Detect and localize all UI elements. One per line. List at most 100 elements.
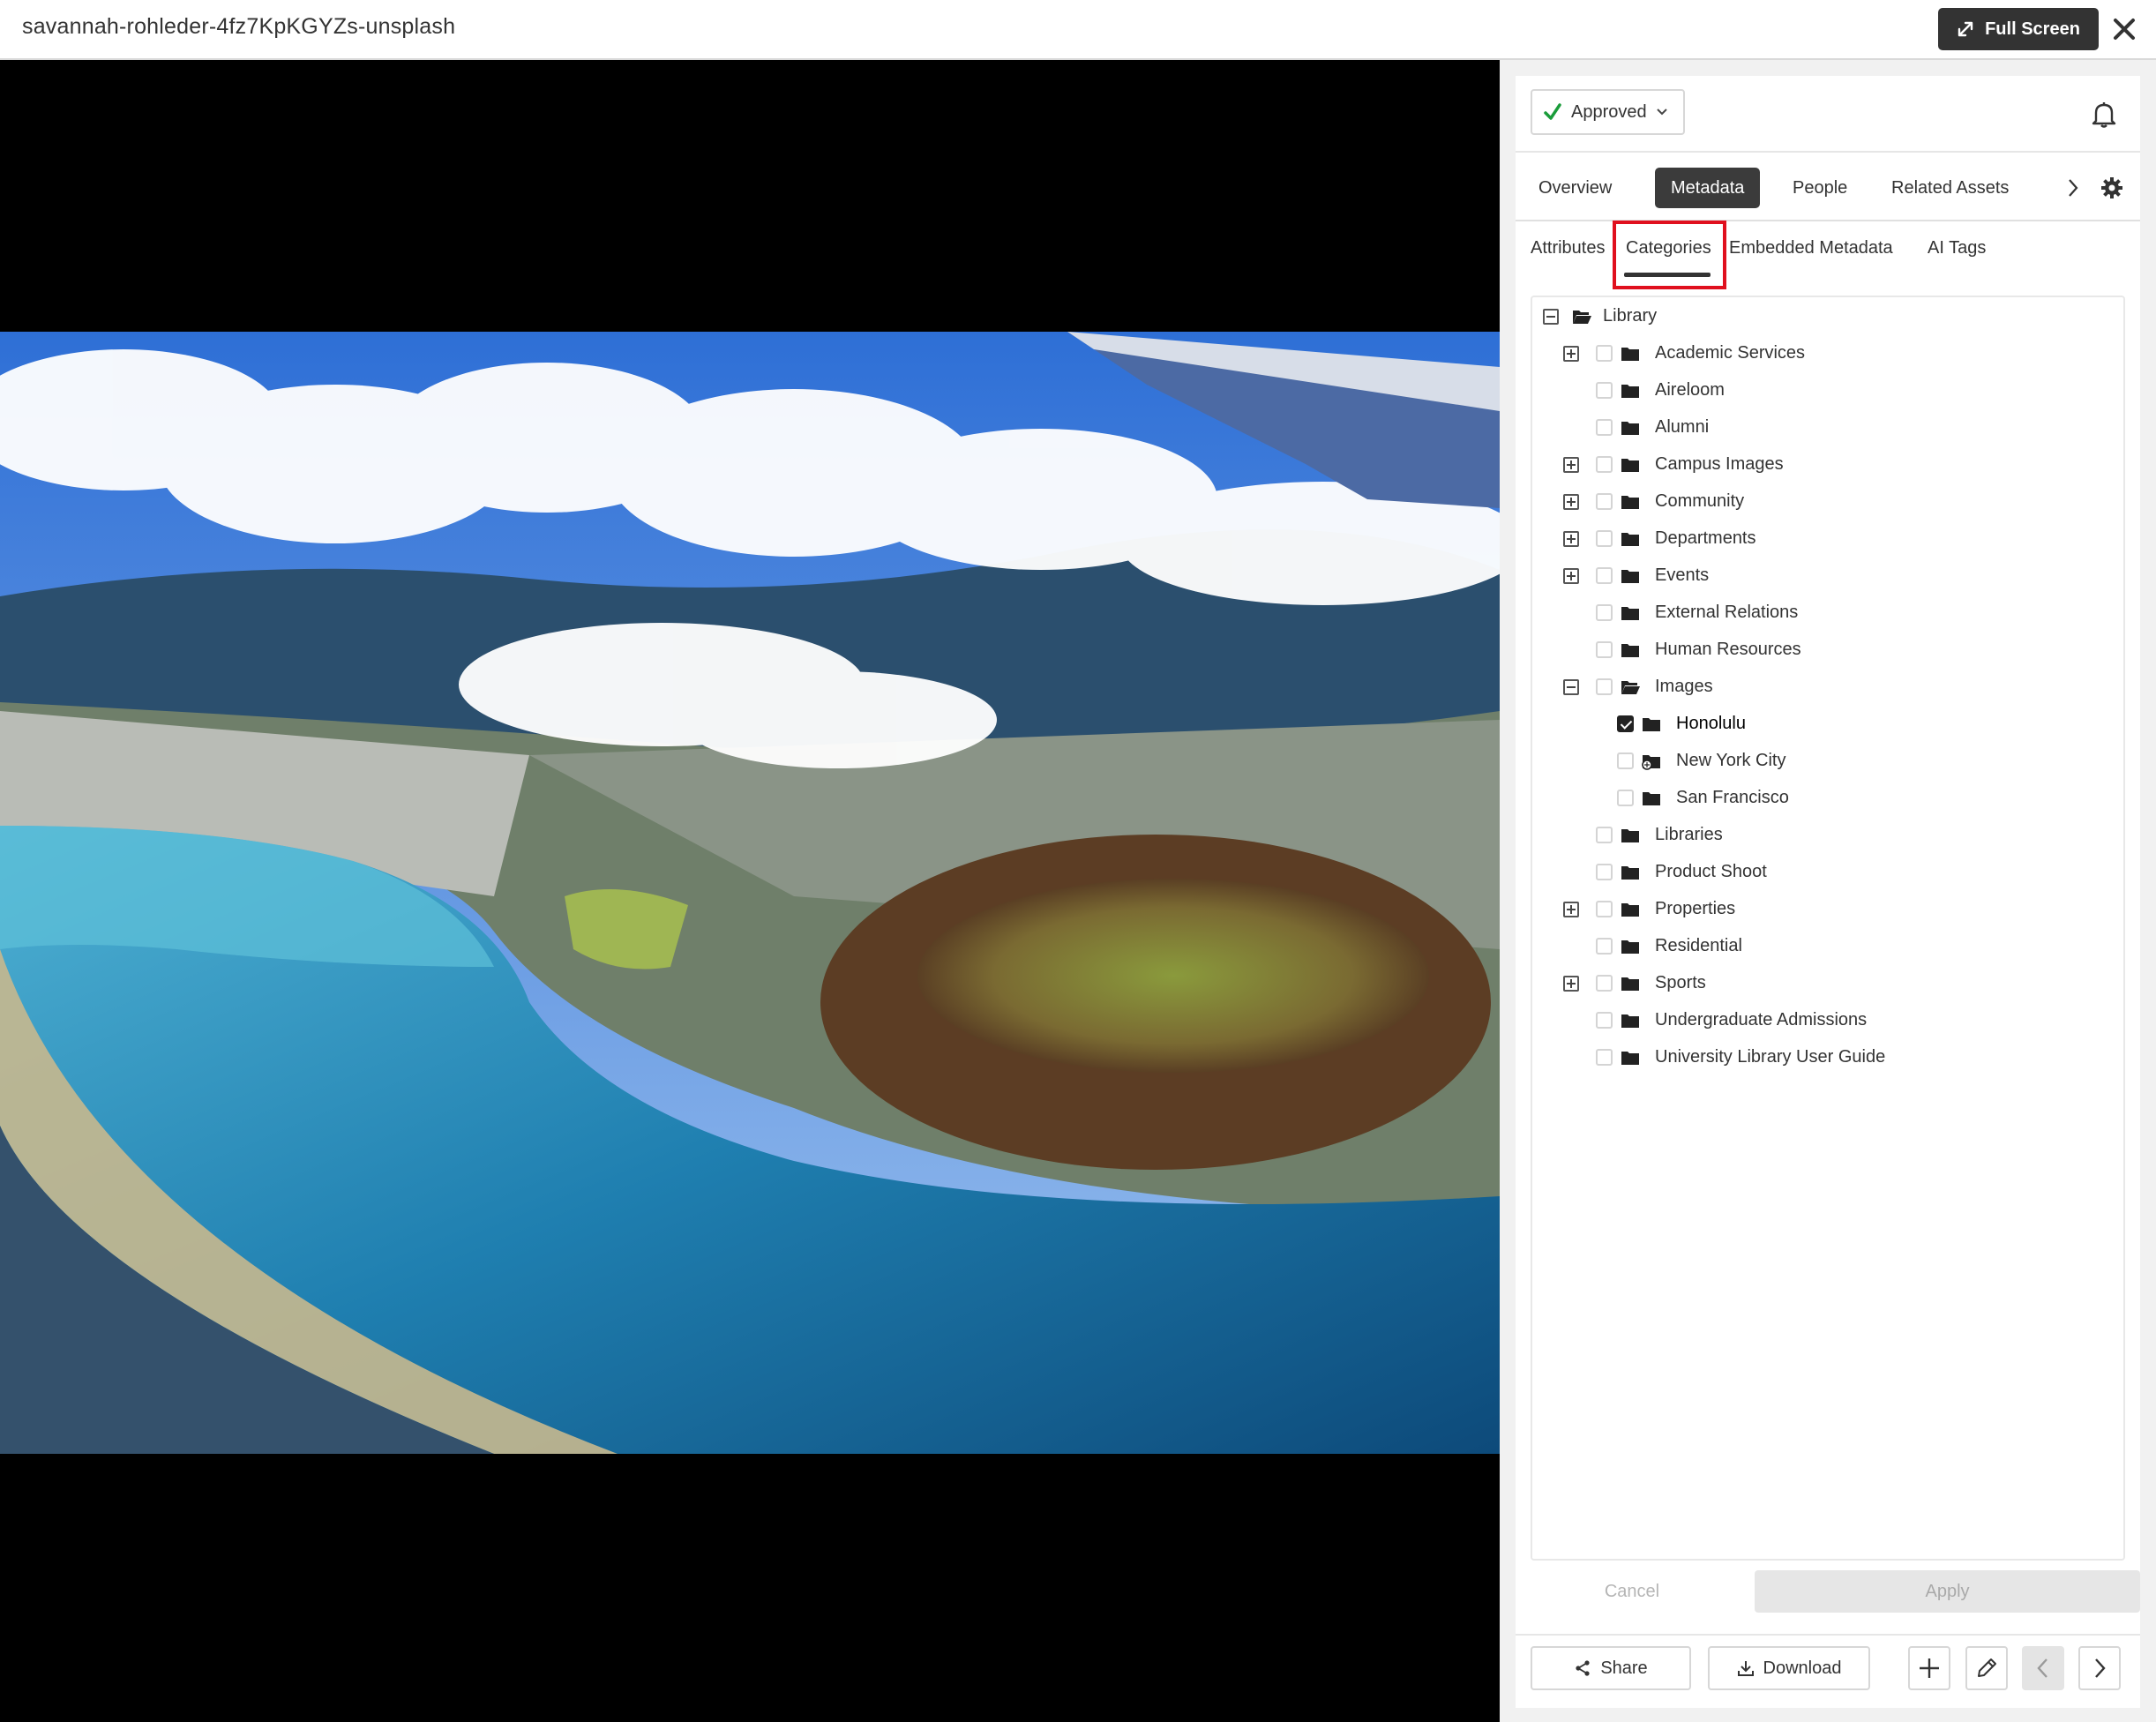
tree-row-academic-services[interactable]: Academic Services — [1532, 338, 2123, 370]
category-checkbox[interactable] — [1596, 901, 1613, 917]
expand-icon[interactable] — [1563, 976, 1579, 992]
folder-icon — [1621, 827, 1640, 844]
expand-icon[interactable] — [1563, 902, 1579, 917]
bell-icon — [2092, 102, 2116, 128]
gear-icon — [2101, 177, 2122, 198]
close-button[interactable] — [2110, 13, 2138, 45]
tree-row-undergraduate-admissions[interactable]: Undergraduate Admissions — [1532, 1005, 2123, 1037]
category-checkbox[interactable] — [1596, 827, 1613, 843]
tree-item-label: Human Resources — [1655, 640, 1801, 659]
expand-icon[interactable] — [1563, 494, 1579, 510]
full-screen-label: Full Screen — [1985, 19, 2080, 39]
tabs-scroll-right-button[interactable] — [2062, 175, 2084, 201]
previous-asset-button[interactable] — [2022, 1646, 2064, 1690]
folder-icon — [1621, 382, 1640, 400]
category-checkbox[interactable] — [1596, 419, 1613, 436]
image-viewer[interactable] — [0, 60, 1500, 1722]
divider — [1516, 220, 2140, 221]
tab-related-assets[interactable]: Related Assets — [1875, 168, 2025, 208]
next-asset-button[interactable] — [2078, 1646, 2121, 1690]
category-checkbox[interactable] — [1596, 567, 1613, 584]
tree-row-libraries[interactable]: Libraries — [1532, 820, 2123, 851]
tree-item-label: Library — [1603, 306, 1658, 326]
category-checkbox[interactable] — [1596, 456, 1613, 473]
category-checkbox[interactable] — [1596, 678, 1613, 695]
folder-icon — [1621, 493, 1640, 511]
tab-people[interactable]: People — [1777, 168, 1863, 208]
apply-button[interactable]: Apply — [1755, 1570, 2140, 1613]
subtab-embedded-metadata[interactable]: Embedded Metadata — [1729, 235, 1893, 261]
highlight-annotation — [1613, 221, 1726, 289]
download-button[interactable]: Download — [1708, 1646, 1870, 1690]
category-checkbox[interactable] — [1596, 864, 1613, 880]
tree-item-label: Undergraduate Admissions — [1655, 1010, 1868, 1029]
category-checkbox[interactable] — [1596, 938, 1613, 955]
tree-item-label: San Francisco — [1676, 788, 1789, 807]
share-button[interactable]: Share — [1531, 1646, 1691, 1690]
tree-row-honolulu[interactable]: Honolulu — [1532, 708, 2123, 740]
expand-icon[interactable] — [1563, 531, 1579, 547]
tree-row-community[interactable]: Community — [1532, 486, 2123, 518]
tree-row-san-francisco[interactable]: San Francisco — [1532, 782, 2123, 814]
full-screen-button[interactable]: Full Screen — [1938, 8, 2099, 50]
category-checkbox[interactable] — [1617, 752, 1634, 769]
category-checkbox[interactable] — [1596, 382, 1613, 399]
tree-row-departments[interactable]: Departments — [1532, 523, 2123, 555]
check-icon — [1544, 103, 1561, 120]
tab-metadata[interactable]: Metadata — [1655, 168, 1761, 208]
category-checkbox[interactable] — [1617, 790, 1634, 806]
add-button[interactable] — [1908, 1646, 1950, 1690]
tree-row-university-library-user-guide[interactable]: University Library User Guide — [1532, 1042, 2123, 1074]
category-checkbox[interactable] — [1596, 604, 1613, 621]
tree-row-sports[interactable]: Sports — [1532, 968, 2123, 1000]
tree-row-events[interactable]: Events — [1532, 560, 2123, 592]
chevron-down-icon — [1656, 109, 1667, 116]
expand-icon[interactable] — [1563, 568, 1579, 584]
tree-item-label: Academic Services — [1655, 343, 1806, 363]
expand-icon[interactable] — [1563, 457, 1579, 473]
tree-item-label: External Relations — [1655, 603, 1799, 622]
subtab-attributes[interactable]: Attributes — [1531, 235, 1605, 261]
subtab-ai-tags[interactable]: AI Tags — [1928, 235, 1986, 261]
tree-row-aireloom[interactable]: Aireloom — [1532, 375, 2123, 407]
divider — [1516, 1634, 2140, 1636]
category-checkbox[interactable] — [1596, 1012, 1613, 1029]
expand-icon — [1958, 21, 1973, 37]
collapse-icon[interactable] — [1563, 679, 1579, 695]
main-tabs: Overview Metadata People Related Assets — [1516, 168, 2140, 208]
category-checkbox[interactable] — [1596, 1049, 1613, 1066]
category-checkbox[interactable] — [1596, 975, 1613, 992]
tab-overview[interactable]: Overview — [1523, 168, 1628, 208]
category-checkbox[interactable] — [1596, 345, 1613, 362]
category-checkbox[interactable] — [1596, 641, 1613, 658]
folder-icon — [1642, 790, 1661, 807]
tree-item-label: Events — [1655, 565, 1710, 585]
expand-icon[interactable] — [1563, 346, 1579, 362]
tree-row-new-york-city[interactable]: New York City — [1532, 745, 2123, 777]
collapse-icon[interactable] — [1543, 309, 1559, 325]
tree-row-campus-images[interactable]: Campus Images — [1532, 449, 2123, 481]
category-checkbox[interactable] — [1596, 493, 1613, 510]
tree-row-properties[interactable]: Properties — [1532, 894, 2123, 925]
status-dropdown[interactable]: Approved — [1531, 89, 1685, 135]
download-label: Download — [1763, 1658, 1842, 1678]
tree-item-label: Images — [1655, 677, 1713, 696]
tree-row-alumni[interactable]: Alumni — [1532, 412, 2123, 444]
tree-row-images[interactable]: Images — [1532, 671, 2123, 703]
cancel-button[interactable]: Cancel — [1516, 1570, 1748, 1613]
edit-button[interactable] — [1965, 1646, 2008, 1690]
tree-item-label: Community — [1655, 491, 1745, 511]
notifications-button[interactable] — [2091, 101, 2117, 129]
tree-row-human-resources[interactable]: Human Resources — [1532, 634, 2123, 666]
tree-row-product-shoot[interactable]: Product Shoot — [1532, 857, 2123, 888]
divider — [1516, 151, 2140, 153]
tree-row-external-relations[interactable]: External Relations — [1532, 597, 2123, 629]
folder-icon — [1621, 345, 1640, 363]
tree-row-library[interactable]: Library — [1532, 301, 2123, 333]
tree-row-residential[interactable]: Residential — [1532, 931, 2123, 962]
settings-button[interactable] — [2100, 176, 2123, 199]
category-checkbox[interactable] — [1596, 530, 1613, 547]
folder-icon — [1621, 530, 1640, 548]
category-checkbox[interactable] — [1617, 715, 1634, 732]
folder-icon — [1621, 604, 1640, 622]
